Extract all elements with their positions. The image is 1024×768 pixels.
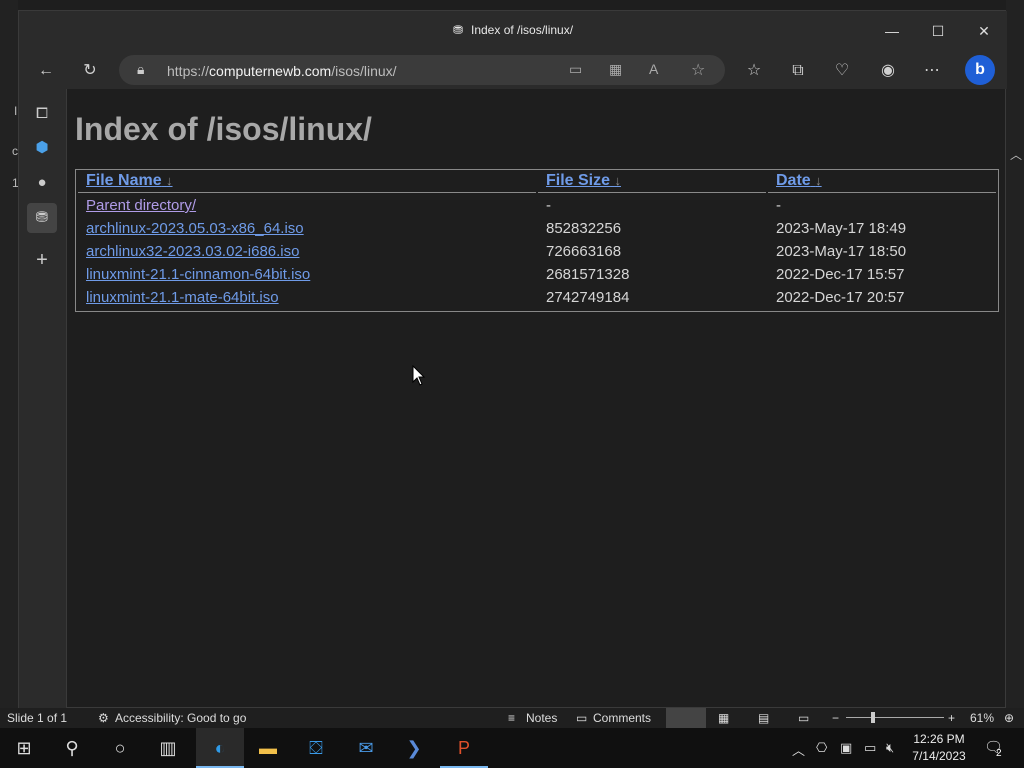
file-size-cell: 2742749184 xyxy=(546,289,630,306)
date-cell: 2022-Dec-17 15:57 xyxy=(776,266,905,283)
microsoft-store-icon[interactable]: ⛋ xyxy=(292,728,340,768)
new-tab-icon[interactable]: + xyxy=(27,245,57,275)
column-header-file-name[interactable]: File Name ↓ xyxy=(86,172,173,190)
qr-code-icon[interactable]: ▦ xyxy=(609,61,622,78)
background-text-fragment: I xyxy=(14,104,18,118)
column-header-file-size[interactable]: File Size ↓ xyxy=(546,172,621,190)
favorites-icon[interactable]: ☆ xyxy=(741,58,767,84)
comments-icon[interactable]: ▭ xyxy=(576,711,587,725)
file-listing-table: File Name ↓ File Size ↓ Date ↓ Parent di… xyxy=(75,169,999,312)
back-button[interactable]: ← xyxy=(33,58,59,84)
slide-sorter-icon[interactable]: ▦ xyxy=(718,711,729,725)
minimize-button[interactable]: — xyxy=(869,11,915,51)
sort-arrow-icon[interactable]: ↓ xyxy=(166,173,173,188)
header-underline xyxy=(78,192,536,193)
browser-essentials-icon[interactable]: ♡ xyxy=(829,58,855,84)
url-text[interactable]: https://computernewb.com/isos/linux/ xyxy=(167,63,397,79)
tab-actions-icon[interactable]: ⧠ xyxy=(27,99,57,129)
zoom-slider[interactable] xyxy=(846,717,944,718)
zoom-level[interactable]: 61% xyxy=(970,711,994,725)
title-bar[interactable]: ⛃ Index of /isos/linux/ — ☐ ✕ xyxy=(19,11,1007,51)
network-icon[interactable]: ▭ xyxy=(864,740,876,756)
normal-view-button[interactable] xyxy=(666,708,706,728)
header-underline xyxy=(538,192,766,193)
comments-button[interactable]: Comments xyxy=(593,711,651,725)
cortana-icon[interactable]: ○ xyxy=(96,728,144,768)
powerpoint-icon[interactable]: P xyxy=(440,728,488,768)
tab-active-favicon-icon[interactable]: ⛃ xyxy=(27,203,57,233)
file-link[interactable]: linuxmint-21.1-mate-64bit.iso xyxy=(86,289,279,306)
app-available-icon[interactable]: ▭ xyxy=(569,61,582,78)
page-content: Index of /isos/linux/ File Name ↓ File S… xyxy=(67,89,1005,707)
date-cell: 2023-May-17 18:50 xyxy=(776,243,907,260)
background-app-left-edge: I c 1 xyxy=(0,0,19,708)
parent-directory-link[interactable]: Parent directory/ xyxy=(86,197,196,214)
zoom-in-icon[interactable]: + xyxy=(948,711,955,725)
refresh-button[interactable]: ↻ xyxy=(77,58,103,84)
close-button[interactable]: ✕ xyxy=(961,11,1007,51)
search-icon[interactable]: ⚲ xyxy=(48,728,96,768)
more-menu-icon[interactable]: ⋯ xyxy=(919,58,945,84)
sort-arrow-icon[interactable]: ↓ xyxy=(815,173,822,188)
site-favicon-icon: ⛃ xyxy=(452,23,463,37)
vertical-tabs-panel: ⧠ ⬢ ● ⛃ + xyxy=(19,89,67,709)
start-button-icon[interactable]: ⊞ xyxy=(0,728,48,768)
date-cell: 2023-May-17 18:49 xyxy=(776,220,907,237)
powershell-icon[interactable]: ❯ xyxy=(390,728,438,768)
address-bar[interactable]: 🔒︎ https://computernewb.com/isos/linux/ … xyxy=(119,55,725,85)
chevron-up-icon[interactable]: ︿ xyxy=(1010,146,1022,163)
tab-github-icon[interactable]: ● xyxy=(27,168,57,198)
file-size-cell: 852832256 xyxy=(546,220,622,237)
collections-icon[interactable]: ⧉ xyxy=(785,58,811,84)
file-size-cell: 726663168 xyxy=(546,243,622,260)
page-title: Index of /isos/linux/ xyxy=(75,111,372,147)
file-explorer-icon[interactable]: ▬ xyxy=(244,728,292,768)
background-app-right-edge: ︿ xyxy=(1006,0,1024,708)
sort-arrow-icon[interactable]: ↓ xyxy=(614,173,621,188)
file-link[interactable]: archlinux-2023.05.03-x86_64.iso xyxy=(86,220,304,237)
window-title: ⛃ Index of /isos/linux/ xyxy=(452,23,574,37)
file-link[interactable]: archlinux32-2023.03.02-i686.iso xyxy=(86,243,299,260)
meet-now-icon[interactable]: ⎔ xyxy=(816,740,827,756)
zoom-slider-thumb[interactable] xyxy=(871,712,875,723)
system-clock[interactable]: 12:26 PM 7/14/2023 xyxy=(904,731,974,765)
bing-copilot-icon[interactable]: b xyxy=(965,55,995,85)
maximize-button[interactable]: ☐ xyxy=(915,11,961,51)
favorite-star-icon[interactable]: ☆ xyxy=(691,60,705,80)
edge-browser-icon[interactable]: ◐ xyxy=(196,728,244,768)
notes-icon[interactable]: ≡ xyxy=(508,711,515,725)
notes-button[interactable]: Notes xyxy=(526,711,557,725)
file-size-cell: - xyxy=(546,197,551,214)
zoom-out-icon[interactable]: − xyxy=(832,711,839,725)
mouse-cursor-icon xyxy=(412,365,426,386)
mail-icon[interactable]: ✉ xyxy=(342,728,390,768)
date-cell: 2022-Dec-17 20:57 xyxy=(776,289,905,306)
browser-toolbar: ← ↻ 🔒︎ https://computernewb.com/isos/lin… xyxy=(19,51,1007,89)
accessibility-status[interactable]: Accessibility: Good to go xyxy=(115,711,246,725)
file-size-cell: 2681571328 xyxy=(546,266,630,283)
tab-favicon-icon[interactable]: ⬢ xyxy=(27,133,57,163)
slideshow-icon[interactable]: ▭ xyxy=(798,711,809,725)
task-view-icon[interactable]: ▥ xyxy=(144,728,192,768)
fit-to-window-icon[interactable]: ⊕ xyxy=(1004,711,1014,725)
tray-app-icon[interactable]: ▣ xyxy=(840,740,852,756)
windows-taskbar: ⊞ ⚲ ○ ▥ ◐ ▬ ⛋ ✉ ❯ P ︿ ⎔ ▣ ▭ 🔇︎ 12:26 PM … xyxy=(0,728,1024,768)
lock-icon[interactable]: 🔒︎ xyxy=(137,61,144,78)
browser-window: ⛃ Index of /isos/linux/ — ☐ ✕ ← ↻ 🔒︎ http… xyxy=(18,10,1007,709)
show-hidden-icons-icon[interactable]: ︿ xyxy=(792,740,805,759)
date-cell: - xyxy=(776,197,781,214)
read-aloud-icon[interactable]: A xyxy=(649,61,658,77)
notification-count: 2 xyxy=(996,748,1002,759)
file-link[interactable]: linuxmint-21.1-cinnamon-64bit.iso xyxy=(86,266,310,283)
reading-view-icon[interactable]: ▤ xyxy=(758,711,769,725)
slide-counter[interactable]: Slide 1 of 1 xyxy=(7,711,67,725)
profile-avatar-icon[interactable]: ◉ xyxy=(875,58,901,84)
header-underline xyxy=(768,192,996,193)
column-header-date[interactable]: Date ↓ xyxy=(776,172,822,190)
powerpoint-status-bar: Slide 1 of 1 ⚙ Accessibility: Good to go… xyxy=(0,708,1024,728)
accessibility-icon[interactable]: ⚙ xyxy=(98,711,109,725)
volume-muted-icon[interactable]: 🔇︎ xyxy=(886,740,894,756)
